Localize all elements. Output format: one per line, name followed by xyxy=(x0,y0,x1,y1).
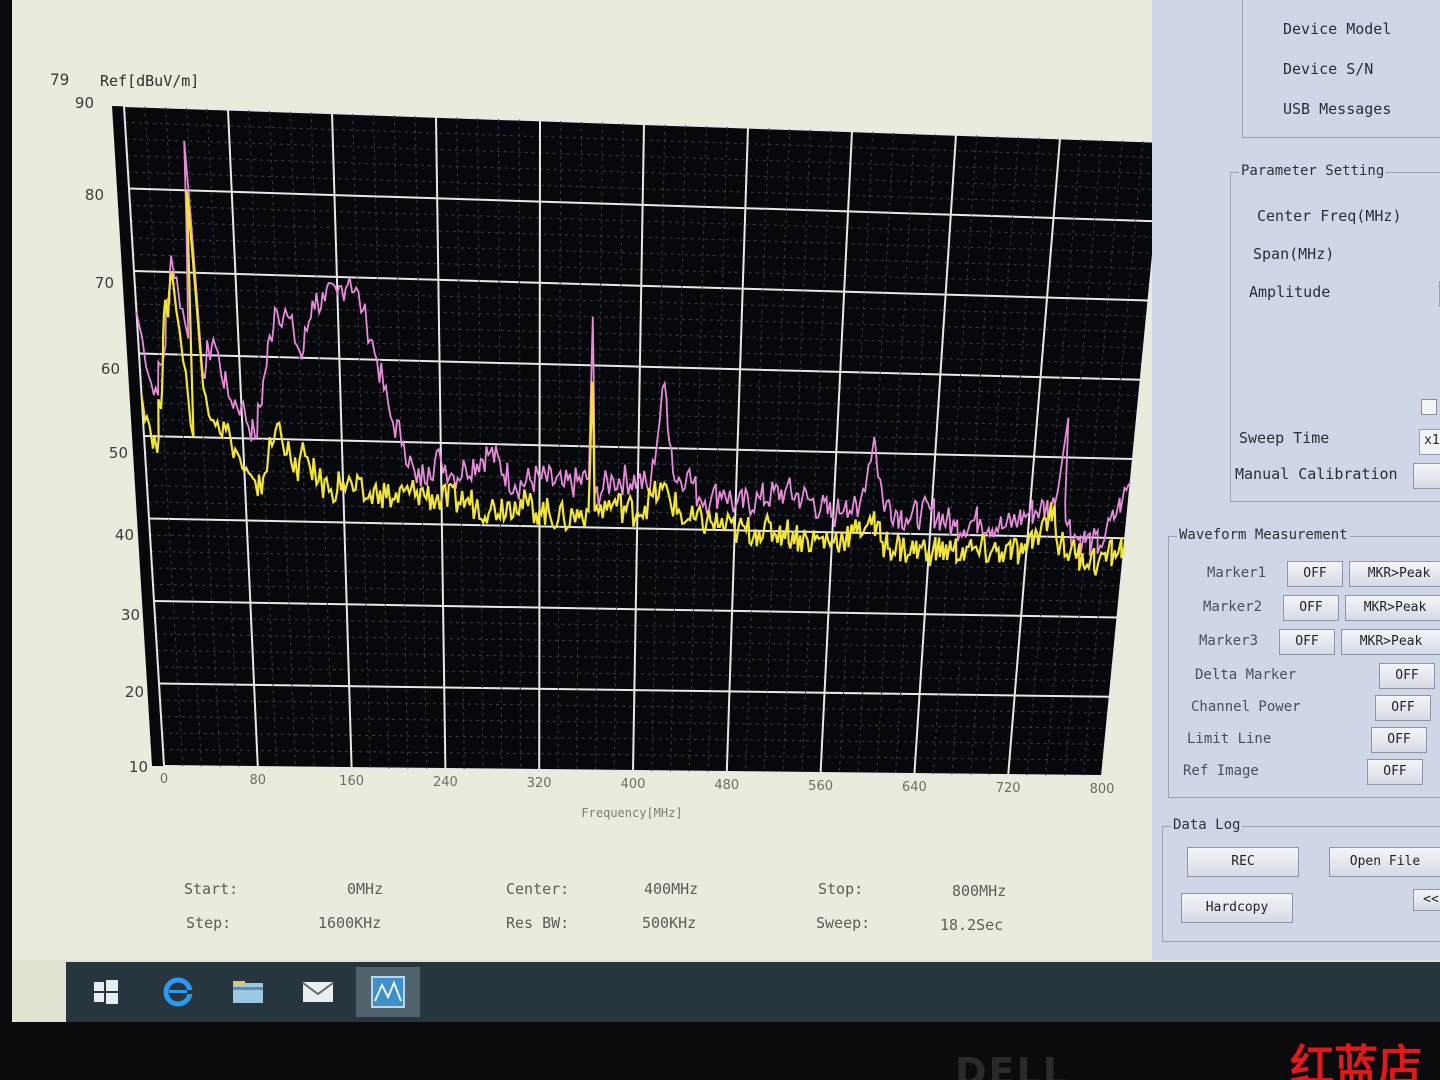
sweep-time-field[interactable]: x1 xyxy=(1419,429,1440,455)
span-label: Span(MHz) xyxy=(1253,245,1335,263)
limit-line-off-button[interactable]: OFF xyxy=(1371,727,1427,753)
waveform-measurement-group: Waveform Measurement Marker1 OFF MKR>Pea… xyxy=(1168,527,1440,798)
marker1-off-button[interactable]: OFF xyxy=(1287,561,1343,587)
collapse-button[interactable]: << xyxy=(1413,889,1440,911)
open-file-button[interactable]: Open File xyxy=(1329,847,1440,877)
data-log-title: Data Log xyxy=(1171,817,1243,833)
marker3-off-button[interactable]: OFF xyxy=(1279,629,1335,655)
watermark-text: 红蓝店 xyxy=(1290,1041,1422,1080)
sweep-time-label: Sweep Time xyxy=(1239,429,1330,447)
marker1-peak-button[interactable]: MKR>Peak xyxy=(1349,561,1440,587)
x-axis-label: Frequency[MHz] xyxy=(581,806,683,820)
marker3-label: Marker3 xyxy=(1199,633,1259,649)
manual-calibration-label: Manual Calibration xyxy=(1235,465,1398,483)
sweep-summary: Start: 0MHz Center: 400MHz Stop: 800MHz … xyxy=(172,878,1072,948)
taskbar xyxy=(66,962,1440,1022)
x-tick-640: 640 xyxy=(901,780,927,795)
amplitude-label: Amplitude xyxy=(1249,283,1331,301)
step-label: Step: xyxy=(186,914,232,932)
resbw-label: Res BW: xyxy=(506,914,570,932)
y-axis-label: Ref[dBuV/m] xyxy=(100,72,200,90)
center-label: Center: xyxy=(506,880,570,898)
x-tick-720: 720 xyxy=(995,781,1021,796)
parameter-setting-group: Parameter Setting Center Freq(MHz) Span(… xyxy=(1230,163,1440,502)
sweep-value: 18.2Sec xyxy=(940,916,1004,934)
bezel-logo: DELL xyxy=(955,1050,1069,1080)
stop-value: 800MHz xyxy=(952,882,1007,900)
device-model-label: Device Model xyxy=(1283,20,1392,38)
x-tick-240: 240 xyxy=(432,775,458,790)
x-tick-800: 800 xyxy=(1089,782,1115,797)
marker2-off-button[interactable]: OFF xyxy=(1283,595,1339,621)
y-tick-80: 80 xyxy=(84,186,104,204)
manual-calibration-button[interactable] xyxy=(1413,463,1440,489)
file-explorer-icon[interactable] xyxy=(228,974,268,1010)
step-value: 1600KHz xyxy=(318,914,382,932)
marker3-peak-button[interactable]: MKR>Peak xyxy=(1341,629,1440,655)
usb-messages-label: USB Messages xyxy=(1283,100,1392,118)
ref-image-label: Ref Image xyxy=(1183,763,1259,779)
spectrum-plot xyxy=(112,100,1164,780)
windows-start-icon[interactable] xyxy=(86,974,126,1010)
resbw-value: 500KHz xyxy=(642,914,697,932)
limit-line-label: Limit Line xyxy=(1187,731,1272,747)
spectrum-svg xyxy=(112,105,1164,777)
y-tick-70: 70 xyxy=(94,274,114,292)
rec-button[interactable]: REC xyxy=(1187,847,1299,877)
channel-power-off-button[interactable]: OFF xyxy=(1375,695,1431,721)
x-tick-400: 400 xyxy=(620,777,646,792)
x-tick-320: 320 xyxy=(526,776,552,791)
center-freq-label: Center Freq(MHz) xyxy=(1257,207,1402,225)
center-value: 400MHz xyxy=(644,880,699,898)
marker1-label: Marker1 xyxy=(1207,565,1267,581)
grid-major-v xyxy=(538,120,541,771)
ref-image-off-button[interactable]: OFF xyxy=(1367,759,1423,785)
control-panel: Device Model Device S/N USB Messages Par… xyxy=(1152,0,1440,960)
hardcopy-button[interactable]: Hardcopy xyxy=(1181,893,1293,923)
x-tick-560: 560 xyxy=(808,779,833,794)
y-tick-90: 90 xyxy=(74,94,94,112)
sweep-label: Sweep: xyxy=(816,914,871,932)
data-log-group: Data Log REC Open File Hardcopy << xyxy=(1162,817,1440,942)
marker2-peak-button[interactable]: MKR>Peak xyxy=(1345,595,1440,621)
stop-label: Stop: xyxy=(818,880,864,898)
start-label: Start: xyxy=(184,880,239,898)
device-sn-label: Device S/N xyxy=(1283,60,1374,78)
spectrum-panel: 79 Ref[dBuV/m] 90 80 70 60 50 40 30 20 1… xyxy=(12,0,1224,960)
monitor-screen: 79 Ref[dBuV/m] 90 80 70 60 50 40 30 20 1… xyxy=(12,0,1440,1022)
delta-marker-label: Delta Marker xyxy=(1195,667,1297,683)
spectrum-app-icon[interactable] xyxy=(356,967,420,1017)
x-tick-480: 480 xyxy=(714,778,740,793)
x-tick-0: 0 xyxy=(159,772,169,787)
top-value: 79 xyxy=(50,70,70,89)
mail-icon[interactable] xyxy=(298,974,338,1010)
marker2-label: Marker2 xyxy=(1203,599,1263,615)
option-checkbox[interactable] xyxy=(1421,399,1437,415)
parameter-setting-title: Parameter Setting xyxy=(1239,163,1387,179)
x-tick-80: 80 xyxy=(249,773,267,788)
waveform-measurement-title: Waveform Measurement xyxy=(1177,527,1350,543)
delta-marker-off-button[interactable]: OFF xyxy=(1379,663,1435,689)
edge-browser-icon[interactable] xyxy=(158,974,198,1010)
x-tick-160: 160 xyxy=(339,774,364,789)
device-info-box: Device Model Device S/N USB Messages xyxy=(1242,0,1440,138)
start-value: 0MHz xyxy=(347,880,384,898)
channel-power-label: Channel Power xyxy=(1191,699,1301,715)
